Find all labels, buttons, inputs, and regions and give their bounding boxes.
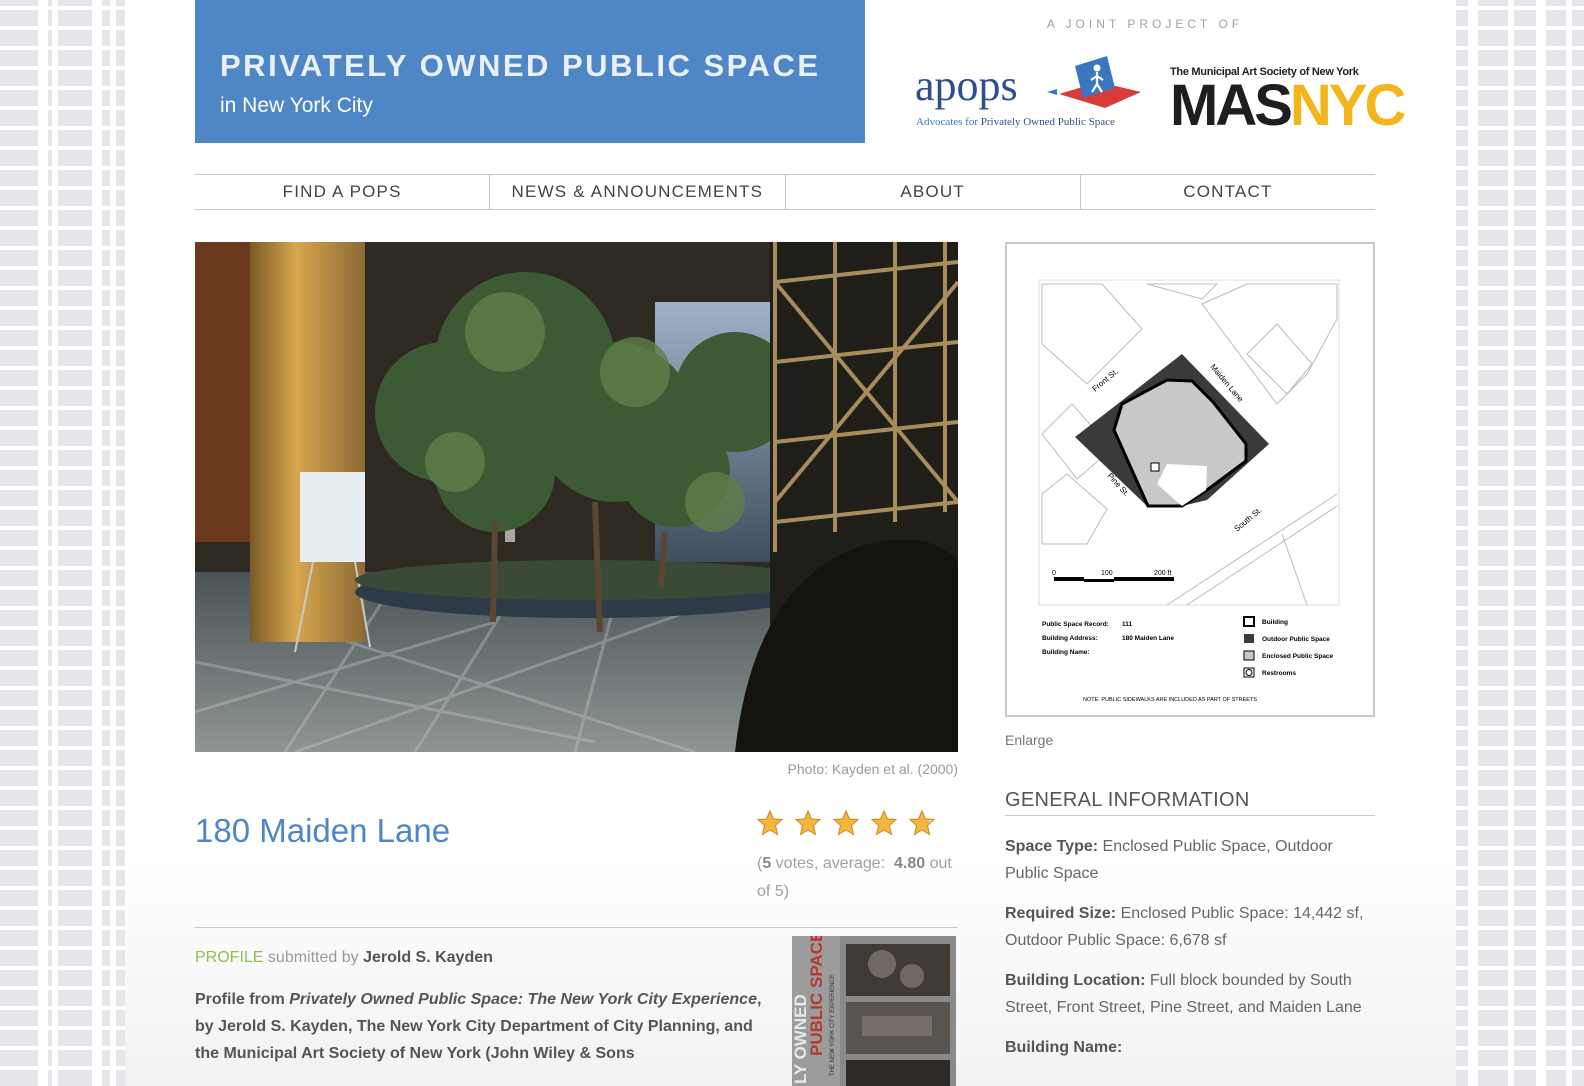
joint-project-label: A JOINT PROJECT OF [1046, 17, 1244, 31]
address-value: 180 Maiden Lane [1122, 635, 1174, 642]
info-building-name: Building Name: [1005, 1034, 1375, 1061]
nyc-text: NYC [1289, 73, 1406, 138]
space-photo[interactable] [195, 242, 958, 752]
site-plan-map[interactable]: Front St. Maiden Lane Pine St. South St.… [1005, 242, 1375, 717]
site-title: PRIVATELY OWNED PUBLIC SPACE [220, 48, 821, 83]
nav-news-announcements[interactable]: NEWS & ANNOUNCEMENTS [490, 175, 786, 209]
legend-enclosed: Enclosed Public Space [1262, 653, 1334, 660]
right-map-decoration [1456, 0, 1584, 1086]
rating-summary: (5 votes, average: 4.80 out of 5) [757, 850, 957, 906]
map-avenue [1468, 0, 1478, 1086]
apops-tagline-text: Privately Owned Public Space [980, 116, 1115, 128]
info-required-size: Required Size: Enclosed Public Space: 14… [1005, 900, 1375, 954]
atrium-photo-image [195, 242, 958, 752]
record-label: Public Space Record: [1042, 621, 1109, 628]
info-building-location: Building Location: Full block bounded by… [1005, 967, 1375, 1021]
legend-outdoor: Outdoor Public Space [1262, 636, 1330, 643]
info-label: Building Name: [1005, 1039, 1123, 1056]
profile-label: PROFILE [195, 949, 264, 966]
map-note: NOTE: PUBLIC SIDEWALKS ARE INCLUDED AS P… [1083, 697, 1257, 703]
site-banner[interactable]: PRIVATELY OWNED PUBLIC SPACE in New York… [195, 0, 865, 143]
legend-restrooms: Restrooms [1262, 670, 1296, 677]
info-label: Building Location: [1005, 972, 1146, 989]
scale-100: 100 [1101, 570, 1113, 577]
rating-votes-label: votes, average: [771, 855, 890, 872]
star-icon[interactable] [795, 810, 821, 836]
apops-tagline: Advocates for Privately Owned Public Spa… [916, 116, 1115, 128]
star-icon[interactable] [757, 810, 783, 836]
left-map-decoration [0, 0, 125, 1086]
map-avenue [38, 0, 48, 1086]
submitted-by-text: submitted by [263, 949, 364, 966]
book-cover-image[interactable]: PUBLIC SPACE LY OWNED THE NEW YORK CITY … [792, 936, 956, 1086]
partner-logos: A JOINT PROJECT OF apops Advocates for P… [915, 0, 1406, 143]
book-title: Privately Owned Public Space: The New Yo… [289, 991, 757, 1008]
record-value: 111 [1122, 621, 1133, 628]
apops-mark-icon [1047, 56, 1141, 108]
enlarge-link[interactable]: Enlarge [1005, 732, 1053, 748]
rating-average: 4.80 [893, 855, 926, 872]
profile-body: Profile from Privately Owned Public Spac… [195, 986, 770, 1067]
pops-title: 180 Maiden Lane [195, 812, 451, 849]
rating-votes: 5 [762, 855, 772, 872]
profile-byline: PROFILE submitted by Jerold S. Kayden [195, 949, 493, 967]
nav-about[interactable]: ABOUT [786, 175, 1081, 209]
apops-logo[interactable]: apops Advocates for Privately Owned Publ… [915, 52, 1145, 132]
scale-0: 0 [1052, 570, 1056, 577]
general-info: Space Type: Enclosed Public Space, Outdo… [1005, 833, 1375, 1074]
cover-title-2: LY OWNED [792, 994, 810, 1084]
info-label: Space Type: [1005, 838, 1099, 855]
star-icon[interactable] [833, 810, 859, 836]
legend-building: Building [1262, 619, 1288, 626]
map-avenue [92, 0, 102, 1086]
main-nav: FIND A POPS NEWS & ANNOUNCEMENTS ABOUT C… [195, 174, 1375, 210]
cover-subtitle: THE NEW YORK CITY EXPERIENCE [830, 974, 836, 1076]
nav-contact[interactable]: CONTACT [1081, 175, 1375, 209]
general-info-heading: GENERAL INFORMATION [1005, 789, 1375, 816]
site-plan-drawing: Front St. Maiden Lane Pine St. South St.… [1038, 279, 1340, 703]
mas-wordmark: MASNYC [1170, 77, 1406, 135]
page-content: PRIVATELY OWNED PUBLIC SPACE in New York… [125, 0, 1456, 1086]
mas-text: MAS [1170, 73, 1293, 138]
scale-200: 200 ft [1154, 570, 1172, 577]
map-avenue [1536, 0, 1546, 1086]
mas-nyc-logo[interactable]: The Municipal Art Society of New York MA… [1170, 66, 1406, 136]
star-partial-icon[interactable] [909, 810, 935, 836]
nav-find-a-pops[interactable]: FIND A POPS [195, 175, 491, 209]
star-icon[interactable] [871, 810, 897, 836]
profile-author: Jerold S. Kayden [363, 949, 493, 966]
book-cover-art: PUBLIC SPACE LY OWNED THE NEW YORK CITY … [792, 936, 956, 1086]
star-rating[interactable] [757, 810, 935, 836]
photo-caption: Photo: Kayden et al. (2000) [787, 761, 958, 777]
info-label: Required Size: [1005, 905, 1117, 922]
site-subtitle: in New York City [220, 94, 373, 117]
address-label: Building Address: [1042, 635, 1098, 642]
section-divider [195, 927, 958, 928]
profile-body-prefix: Profile from [195, 991, 290, 1008]
info-space-type: Space Type: Enclosed Public Space, Outdo… [1005, 833, 1375, 887]
apops-wordmark: apops [915, 61, 1018, 110]
apops-tagline-prefix: Advocates for [916, 116, 981, 128]
name-label: Building Name: [1042, 649, 1090, 656]
